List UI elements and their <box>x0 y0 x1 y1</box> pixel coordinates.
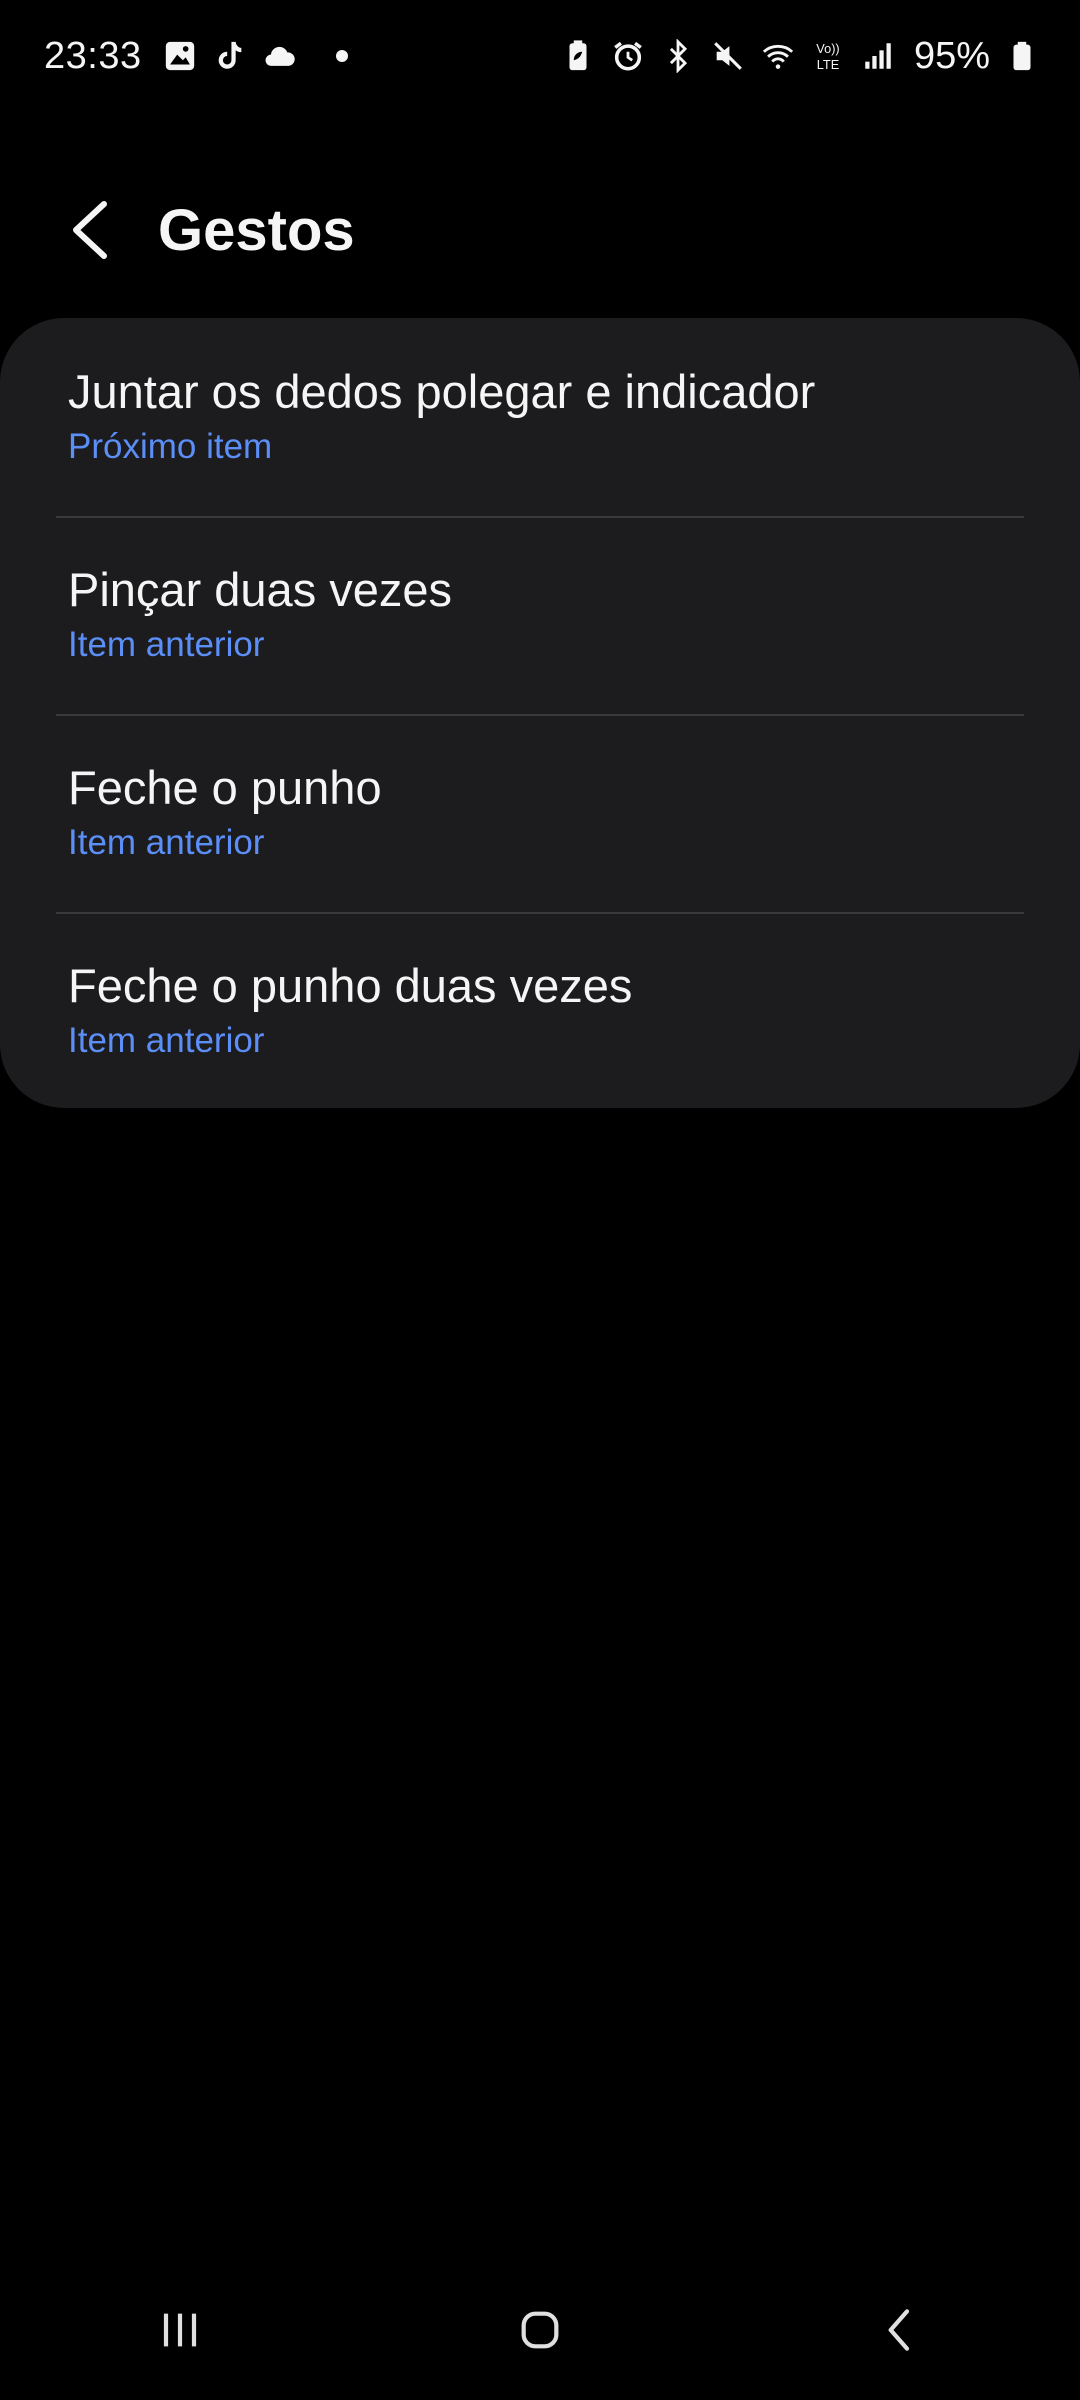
volte-label-bottom: LTE <box>817 57 839 72</box>
screen: 23:33 Vo)) LTE 95% Gestos Juntar os dedo… <box>0 0 1080 2400</box>
alarm-icon <box>610 38 646 74</box>
list-item-title: Feche o punho duas vezes <box>68 959 633 1012</box>
volte-label-top: Vo)) <box>816 41 839 56</box>
gesture-item-make-fist[interactable]: Feche o punho Item anterior <box>0 714 1080 912</box>
list-item-subtitle: Próximo item <box>68 427 273 467</box>
gesture-item-double-pinch[interactable]: Pinçar duas vezes Item anterior <box>0 516 1080 714</box>
list-item-title: Pinçar duas vezes <box>68 563 453 616</box>
recent-apps-icon <box>163 2313 197 2347</box>
battery-icon <box>1004 38 1040 74</box>
bluetooth-icon <box>660 38 696 74</box>
list-item-title: Juntar os dedos polegar e indicador <box>68 365 816 418</box>
recent-apps-button[interactable] <box>110 2270 250 2390</box>
gesture-item-double-fist[interactable]: Feche o punho duas vezes Item anterior <box>0 912 1080 1108</box>
list-item-subtitle: Item anterior <box>68 1021 265 1061</box>
gesture-item-pinch-thumb-index[interactable]: Juntar os dedos polegar e indicador Próx… <box>0 318 1080 516</box>
battery-percent: 95% <box>913 34 990 77</box>
signal-icon <box>860 38 896 74</box>
tiktok-icon <box>212 38 248 74</box>
gesture-list: Juntar os dedos polegar e indicador Próx… <box>0 318 1080 1108</box>
list-item-subtitle: Item anterior <box>68 823 265 863</box>
mute-icon <box>710 38 746 74</box>
navigation-bar <box>0 2260 1080 2400</box>
app-header: Gestos <box>0 180 1080 280</box>
home-icon <box>521 2311 559 2349</box>
gallery-icon <box>162 38 198 74</box>
status-bar-right: Vo)) LTE 95% <box>560 35 1040 78</box>
cloud-icon <box>262 38 298 74</box>
nav-back-button[interactable] <box>830 2270 970 2390</box>
volte-icon: Vo)) LTE <box>810 38 846 74</box>
chevron-left-icon <box>73 201 107 259</box>
dot-icon <box>335 50 348 62</box>
status-time: 23:33 <box>44 34 142 77</box>
list-item-title: Feche o punho <box>68 761 382 814</box>
page-title: Gestos <box>158 197 355 263</box>
battery-saver-icon <box>560 38 596 74</box>
home-button[interactable] <box>470 2270 610 2390</box>
status-bar: 23:33 Vo)) LTE 95% <box>0 0 1080 112</box>
back-button[interactable] <box>40 180 140 280</box>
status-bar-left: 23:33 <box>44 35 348 78</box>
nav-back-icon <box>888 2309 910 2351</box>
list-item-subtitle: Item anterior <box>68 625 265 665</box>
wifi-icon <box>760 38 796 74</box>
